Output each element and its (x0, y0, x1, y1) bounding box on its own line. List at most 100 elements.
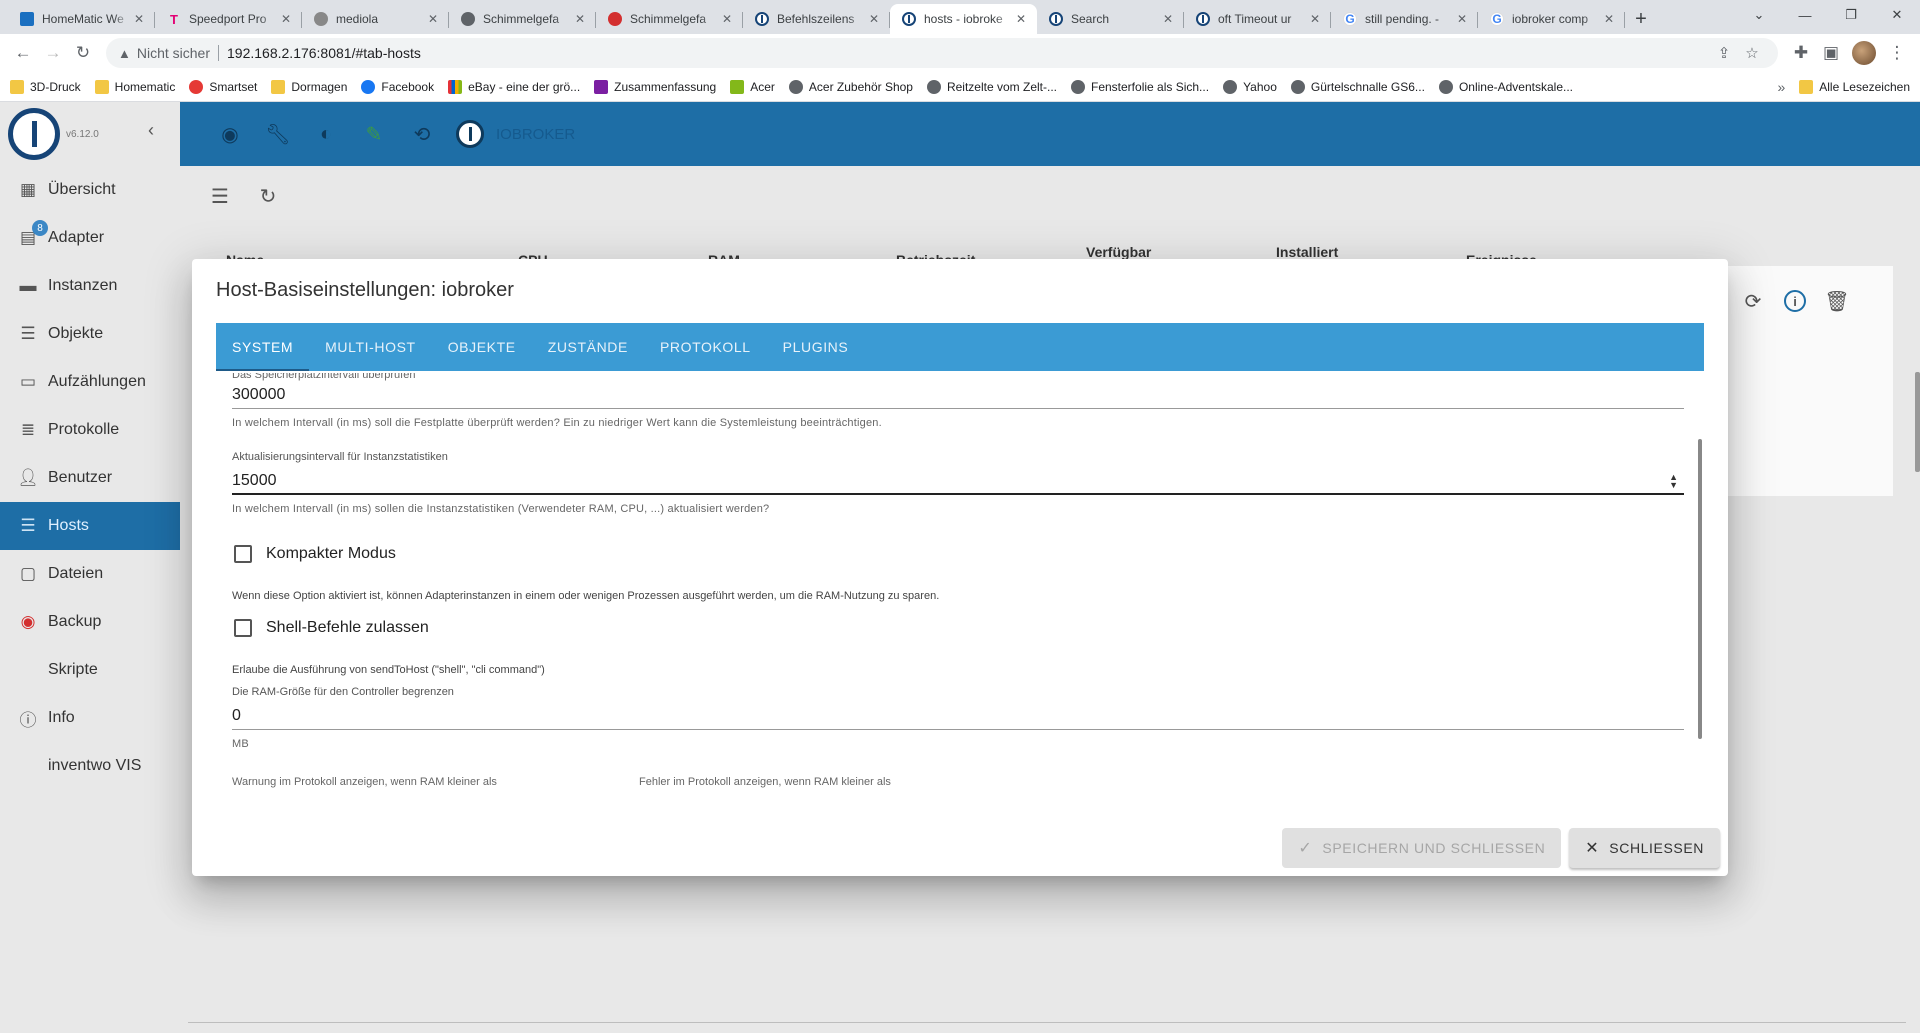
chevron-left-icon[interactable]: ‹ (148, 120, 154, 141)
close-icon[interactable]: ✕ (1454, 11, 1470, 27)
bookmark-item[interactable]: eBay - eine der grö... (448, 79, 580, 94)
browser-tab[interactable]: Befehlszeilens ✕ (743, 4, 890, 34)
reload-icon[interactable]: ↻ (68, 38, 98, 68)
browser-tab[interactable]: Giobroker comp ✕ (1478, 4, 1625, 34)
browser-tab[interactable]: Schimmelgefa ✕ (596, 4, 743, 34)
profile-avatar[interactable] (1852, 41, 1876, 65)
browser-tab[interactable]: oft Timeout ur ✕ (1184, 4, 1331, 34)
compact-mode-row[interactable]: Kompakter Modus (232, 545, 396, 563)
ram-limit-input[interactable]: 0 (232, 702, 1684, 730)
close-icon[interactable]: ✕ (719, 11, 735, 27)
all-bookmarks[interactable]: Alle Lesezeichen (1799, 79, 1910, 94)
sidebar-item-aufzaehlungen[interactable]: ▭ Aufzählungen (0, 358, 180, 406)
close-icon[interactable]: ✕ (1013, 11, 1029, 27)
close-icon[interactable]: ✕ (425, 11, 441, 27)
address-bar[interactable]: ▲ Nicht sicher 192.168.2.176:8081/#tab-h… (106, 38, 1778, 68)
tab-search-icon[interactable]: ⌄ (1736, 0, 1782, 30)
extensions-icon[interactable]: ✚ (1786, 38, 1816, 68)
sidebar-item-skripte[interactable]: Skripte (0, 646, 180, 694)
bookmark-item[interactable]: Facebook (361, 79, 434, 94)
tab-protokoll[interactable]: PROTOKOLL (660, 323, 751, 371)
close-icon[interactable]: ✕ (1307, 11, 1323, 27)
wrench-icon[interactable]: 🔧︎ (264, 120, 292, 148)
sidebar-item-hosts[interactable]: ☰ Hosts (0, 502, 180, 550)
number-stepper-icon[interactable]: ▲ ▼ (1669, 473, 1678, 490)
restart-icon[interactable]: ⟳ (1736, 284, 1770, 318)
sidebar-item-dateien[interactable]: ▢ Dateien (0, 550, 180, 598)
bookmark-item[interactable]: Yahoo (1223, 79, 1277, 94)
close-button[interactable]: ✕ SCHLIESSEN (1569, 828, 1720, 868)
bookmark-item[interactable]: Zusammenfassung (594, 79, 716, 94)
browser-tab[interactable]: Search ✕ (1037, 4, 1184, 34)
url-text[interactable]: 192.168.2.176:8081/#tab-hosts (227, 45, 1710, 61)
bookmarks-overflow-button[interactable]: » (1777, 79, 1785, 95)
browser-tab[interactable]: mediola ✕ (302, 4, 449, 34)
bookmark-item[interactable]: 3D-Druck (10, 79, 81, 94)
tab-multi-host[interactable]: MULTI-HOST (325, 323, 416, 371)
shell-commands-checkbox[interactable] (234, 619, 252, 637)
refresh-icon[interactable]: ↻ (252, 180, 284, 212)
sidebar-item-instanzen[interactable]: ▬ Instanzen (0, 262, 180, 310)
bookmark-item[interactable]: Reitzelte vom Zelt-... (926, 79, 1057, 94)
shell-commands-row[interactable]: Shell-Befehle zulassen (232, 619, 429, 637)
sidebar-item-uebersicht[interactable]: ▦ Übersicht (0, 166, 180, 214)
info-icon[interactable]: i (1784, 290, 1806, 312)
close-icon[interactable]: ✕ (572, 11, 588, 27)
share-icon[interactable]: ⇪ (1710, 44, 1738, 62)
dialog-body: Das Speicherplatzintervall überprüfen 30… (216, 371, 1704, 795)
browser-tab[interactable]: Schimmelgefa ✕ (449, 4, 596, 34)
bookmark-star-icon[interactable]: ☆ (1738, 44, 1766, 62)
back-icon[interactable]: ← (8, 38, 38, 68)
stats-interval-input[interactable]: 15000 (232, 467, 1684, 495)
bookmark-item[interactable]: Acer (730, 79, 775, 94)
eye-icon[interactable]: ◉ (216, 120, 244, 148)
bookmark-item[interactable]: Homematic (94, 79, 175, 94)
sidebar-item-adapter[interactable]: ▤ 8 Adapter (0, 214, 180, 262)
sidepanel-icon[interactable]: ▣ (1816, 38, 1846, 68)
tab-system[interactable]: SYSTEM (215, 323, 310, 371)
bookmark-item[interactable]: Acer Zubehör Shop (788, 79, 913, 94)
close-icon[interactable]: ✕ (131, 11, 147, 27)
bookmark-item[interactable]: Gürtelschnalle GS6... (1290, 79, 1425, 94)
list-view-icon[interactable]: ☰ (204, 180, 236, 212)
close-window-icon[interactable]: ✕ (1874, 0, 1920, 30)
forward-icon[interactable]: → (38, 38, 68, 68)
close-icon[interactable]: ✕ (866, 11, 882, 27)
tab-plugins[interactable]: PLUGINS (783, 323, 849, 371)
compact-mode-checkbox[interactable] (234, 545, 252, 563)
bookmark-item[interactable]: Dormagen (271, 79, 347, 94)
sidebar-item-info[interactable]: ⓘ Info (0, 694, 180, 742)
bookmark-item[interactable]: Online-Adventskale... (1438, 79, 1573, 94)
menu-icon[interactable]: ⋮ (1882, 38, 1912, 68)
sidebar-item-protokolle[interactable]: ≣ Protokolle (0, 406, 180, 454)
new-tab-button[interactable]: + (1625, 4, 1657, 34)
tab-objekte[interactable]: OBJEKTE (448, 323, 516, 371)
dialog-scrollbar[interactable] (1698, 439, 1702, 739)
page-scrollbar[interactable] (1915, 372, 1920, 472)
theme-icon[interactable]: ◐ (312, 120, 340, 148)
sidebar-item-objekte[interactable]: ☰ Objekte (0, 310, 180, 358)
minimize-icon[interactable]: — (1782, 0, 1828, 30)
disk-check-input[interactable]: 300000 (232, 381, 1684, 409)
restore-icon[interactable]: ❐ (1828, 0, 1874, 30)
save-and-close-button[interactable]: ✓ SPEICHERN UND SCHLIESSEN (1282, 828, 1562, 868)
tab-zustaende[interactable]: ZUSTÄNDE (548, 323, 628, 371)
bookmark-item[interactable]: Smartset (189, 79, 257, 94)
sidebar-item-inventwo-vis[interactable]: inventwo VIS (0, 742, 180, 790)
sidebar-item-benutzer[interactable]: 👤︎ Benutzer (0, 454, 180, 502)
globe-icon (1290, 79, 1305, 94)
browser-tab-active[interactable]: hosts - iobroke ✕ (890, 4, 1037, 34)
browser-tab[interactable]: HomeMatic We ✕ (8, 4, 155, 34)
expert-mode-icon[interactable]: ✎ (360, 120, 388, 148)
sync-off-icon[interactable]: ⟲ (408, 120, 436, 148)
security-label[interactable]: Nicht sicher (137, 45, 210, 61)
browser-tab[interactable]: Gstill pending. - ✕ (1331, 4, 1478, 34)
browser-tab[interactable]: T Speedport Pro ✕ (155, 4, 302, 34)
delete-icon[interactable]: 🗑︎ (1820, 284, 1854, 318)
close-icon[interactable]: ✕ (278, 11, 294, 27)
close-icon[interactable]: ✕ (1601, 11, 1617, 27)
close-icon[interactable]: ✕ (1160, 11, 1176, 27)
bookmark-item[interactable]: Fensterfolie als Sich... (1071, 79, 1209, 94)
google-icon: G (1343, 12, 1357, 26)
sidebar-item-backup[interactable]: ◉ Backup (0, 598, 180, 646)
